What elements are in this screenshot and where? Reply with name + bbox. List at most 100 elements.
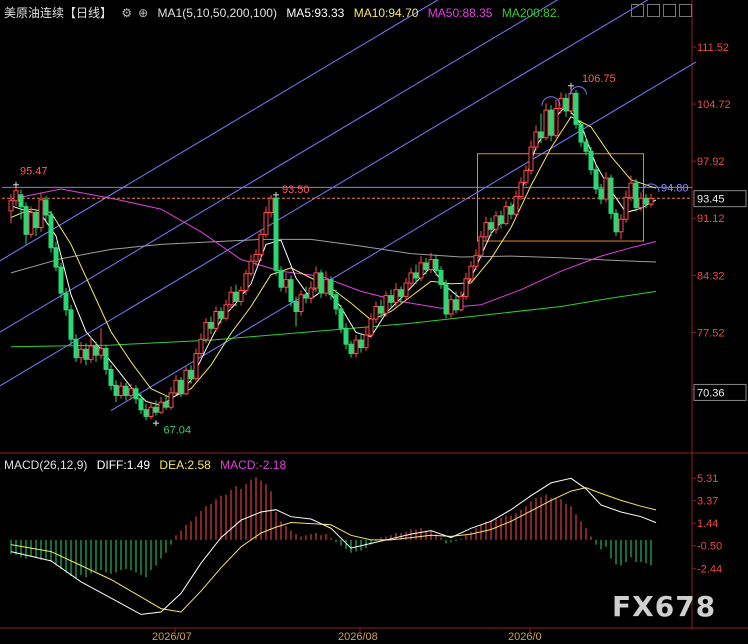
- candle-body: [8, 200, 14, 212]
- candle-body: [393, 289, 399, 303]
- last-price-tag-text: 93.45: [697, 194, 725, 206]
- zoom-icon[interactable]: [631, 4, 644, 17]
- candle-body: [283, 279, 289, 288]
- candle-body: [303, 294, 309, 299]
- candle-body: [148, 406, 154, 417]
- arc-end: [642, 183, 660, 193]
- candle-body: [423, 262, 429, 271]
- candle-body: [33, 212, 39, 229]
- candle-body: [138, 398, 144, 411]
- candle-body: [448, 299, 454, 315]
- candle-body: [643, 197, 649, 205]
- candle-body: [163, 401, 169, 408]
- candle-body: [108, 368, 114, 386]
- candle-body: [648, 198, 654, 205]
- candle-body: [568, 92, 574, 112]
- candle-body: [273, 197, 279, 271]
- label-mid-high: 93.50: [282, 184, 310, 196]
- candle-body: [178, 379, 184, 395]
- candle-body: [623, 196, 629, 220]
- candle-body: [278, 269, 284, 288]
- candle-body: [343, 327, 349, 345]
- candle-body: [368, 318, 374, 336]
- diff-line: [10, 477, 657, 615]
- candle-body: [468, 265, 474, 280]
- channel-line: [110, 61, 697, 411]
- y-tick-label: 77.52: [697, 327, 725, 339]
- dea-line: [10, 487, 657, 613]
- ma200-value: MA200:82.: [501, 6, 560, 20]
- swap-icon[interactable]: [663, 4, 676, 17]
- candle-body: [78, 348, 84, 359]
- candle-body: [513, 196, 519, 215]
- candle-body: [388, 295, 394, 303]
- settings-icon[interactable]: ⚙: [121, 6, 132, 20]
- candle-body: [318, 272, 324, 294]
- candle-body: [543, 109, 549, 139]
- diff-value: DIFF:1.49: [96, 458, 151, 472]
- y-tick-label: 84.32: [697, 270, 725, 282]
- macd-params[interactable]: MACD(26,12,9): [4, 458, 87, 472]
- candle-body: [518, 181, 524, 198]
- symbol-name: 美原油连续: [4, 6, 65, 20]
- candle-body: [548, 109, 554, 136]
- candle-body: [288, 279, 294, 302]
- candle-body: [68, 309, 74, 340]
- candle-body: [43, 199, 49, 216]
- x-tick-label: 2026/07: [152, 631, 192, 643]
- candle-body: [408, 272, 414, 284]
- candle-body: [298, 294, 304, 313]
- y-tick-label: 91.12: [697, 213, 725, 225]
- low-price-tag-text: 70.36: [697, 387, 725, 399]
- candle-body: [38, 199, 44, 229]
- ma-params[interactable]: MA1(5,10,50,200,100): [158, 6, 277, 20]
- candle-body: [333, 294, 339, 310]
- candle-body: [63, 292, 69, 311]
- arc-left: [541, 96, 561, 106]
- candle-body: [258, 233, 264, 255]
- candle-body: [493, 215, 499, 230]
- candle-body: [73, 338, 79, 359]
- candle-body: [478, 236, 484, 256]
- candle-body: [428, 258, 434, 271]
- macd-tick-label: -0.50: [697, 541, 722, 553]
- candle-body: [463, 278, 469, 297]
- kline-chart[interactable]: 111.52104.7297.9291.1284.3277.5270.73106…: [0, 0, 748, 644]
- candle-body: [433, 258, 439, 271]
- candle-body: [438, 269, 444, 286]
- candle-body: [588, 150, 594, 171]
- label-high: 106.75: [582, 73, 616, 85]
- x-tick-label: 2026/08: [338, 631, 378, 643]
- candle-body: [88, 345, 94, 360]
- layout-icon[interactable]: [647, 4, 660, 17]
- candle-body: [573, 92, 579, 125]
- add-icon[interactable]: ⊕: [138, 6, 148, 20]
- candle-body: [83, 348, 89, 360]
- candle-body: [223, 304, 229, 319]
- candle-body: [208, 321, 214, 329]
- macd-tick-label: -2.44: [697, 563, 722, 575]
- candle-body: [603, 177, 609, 200]
- candle-body: [593, 169, 599, 190]
- candle-body: [248, 260, 254, 275]
- candle-body: [238, 290, 244, 302]
- candle-body: [123, 385, 129, 396]
- ma50-value: MA50:88.35: [427, 6, 493, 20]
- label-hline: 94.80: [661, 182, 689, 194]
- arrow-icon[interactable]: [679, 4, 692, 17]
- macd-header: MACD(26,12,9) DIFF:1.49 DEA:2.58 MACD:-2…: [4, 458, 292, 472]
- candle-body: [23, 206, 29, 235]
- candle-body: [173, 379, 179, 394]
- candle-body: [498, 215, 504, 224]
- macd-tick-label: 5.31: [697, 473, 718, 485]
- period-label[interactable]: 【日线】: [64, 6, 112, 20]
- candle-body: [373, 305, 379, 320]
- candle-body: [253, 253, 259, 262]
- y-tick-label: 104.72: [697, 99, 731, 111]
- candle-body: [218, 311, 224, 319]
- candle-body: [233, 291, 239, 302]
- candle-body: [453, 299, 459, 311]
- candle-body: [93, 345, 99, 356]
- ma5-value: MA5:93.33: [286, 6, 345, 20]
- candle-body: [228, 291, 234, 306]
